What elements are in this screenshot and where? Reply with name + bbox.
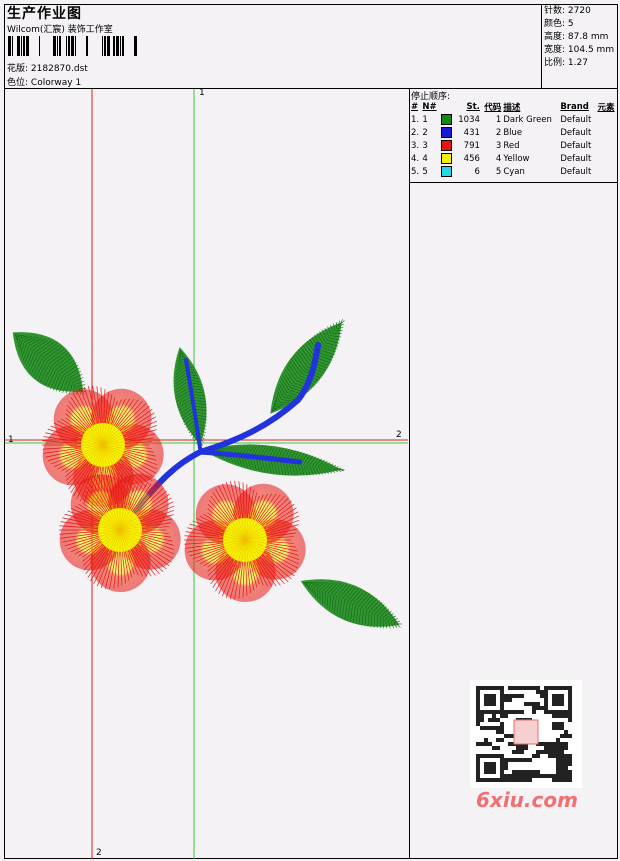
axis-label-right: 2 (396, 430, 402, 440)
flower (184, 480, 306, 603)
leaf (270, 319, 345, 414)
leaf (300, 579, 402, 629)
axis-label-bottom: 2 (96, 848, 102, 858)
flower (59, 470, 181, 593)
axis-label-left: 1 (8, 435, 14, 445)
watermark: 6xiu.com (476, 788, 578, 812)
flowers (42, 385, 306, 603)
axis-label-top: 1 (199, 88, 205, 98)
